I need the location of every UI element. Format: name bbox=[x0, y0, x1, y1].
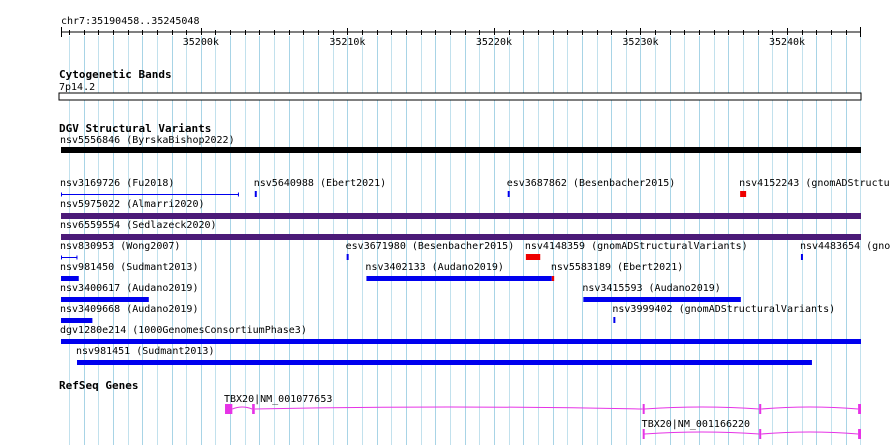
genome-browser-panel[interactable]: chr7:35190458..35245048 35200k 35210k 3522… bbox=[0, 0, 890, 445]
exon[interactable] bbox=[858, 404, 861, 414]
exon[interactable] bbox=[858, 429, 861, 439]
sv-feature-nsv3415593[interactable]: nsv3415593 (Audano2019) bbox=[582, 283, 741, 302]
sv-bar[interactable] bbox=[800, 254, 803, 260]
sv-label: nsv981450 (Sudmant2013) bbox=[60, 262, 198, 273]
sv-label: nsv6559554 (Sedlazeck2020) bbox=[60, 220, 217, 231]
sv-label: nsv3402133 (Audano2019) bbox=[365, 262, 503, 273]
transcript-NM_001166220[interactable]: TBX20|NM_001166220 bbox=[642, 419, 861, 439]
sv-feature-nsv830953[interactable]: nsv830953 (Wong2007) bbox=[60, 241, 180, 260]
sv-label: nsv4152243 (gnomADStructuralVariants) bbox=[739, 178, 890, 189]
sv-feature-nsv3169726[interactable]: nsv3169726 (Fu2018) bbox=[60, 178, 239, 197]
transcript-label: TBX20|NM_001166220 bbox=[642, 419, 750, 430]
sv-label: nsv5583189 (Ebert2021) bbox=[551, 262, 683, 273]
sv-bar[interactable] bbox=[61, 234, 861, 240]
exon[interactable] bbox=[759, 429, 762, 439]
ruler-tick-label: 35200k bbox=[183, 37, 219, 48]
sv-label: esv3671980 (Besenbacher2015) bbox=[346, 241, 515, 252]
transcript-NM_001077653[interactable]: TBX20|NM_001077653 bbox=[224, 394, 861, 414]
sv-feature-nsv4483654[interactable]: nsv4483654 (gnomADStructuralVariants) bbox=[800, 241, 890, 260]
intron bbox=[761, 431, 859, 435]
exon[interactable] bbox=[759, 404, 762, 414]
sv-label: nsv3400617 (Audano2019) bbox=[60, 283, 198, 294]
sv-label: nsv5556846 (ByrskaBishop2022) bbox=[60, 135, 235, 146]
sv-bar[interactable] bbox=[61, 213, 861, 219]
intron bbox=[232, 406, 253, 410]
cytoband-label: 7p14.2 bbox=[59, 82, 95, 93]
ruler-tick-label: 35210k bbox=[329, 37, 365, 48]
sv-label: dgv1280e214 (1000GenomesConsortiumPhase3… bbox=[60, 325, 307, 336]
intron bbox=[254, 406, 643, 410]
track-title-dgv-structural-variants: DGV Structural Variants bbox=[59, 122, 211, 135]
sv-label: nsv4148359 (gnomADStructuralVariants) bbox=[525, 241, 748, 252]
sv-bar[interactable] bbox=[740, 191, 747, 197]
ruler-tick-label: 35220k bbox=[476, 37, 512, 48]
sv-feature-nsv3409668[interactable]: nsv3409668 (Audano2019) bbox=[60, 304, 198, 323]
sv-feature-nsv4152243[interactable]: nsv4152243 (gnomADStructuralVariants) bbox=[739, 178, 890, 197]
region-label: chr7:35190458..35245048 bbox=[61, 16, 199, 27]
dgv-structural-variants-track[interactable]: DGV Structural Variants nsv5556846 (Byrs… bbox=[59, 122, 890, 365]
coordinate-ruler[interactable]: chr7:35190458..35245048 35200k 35210k 3522… bbox=[61, 16, 861, 48]
sv-bar[interactable] bbox=[77, 360, 812, 365]
sv-feature-nsv981450[interactable]: nsv981450 (Sudmant2013) bbox=[60, 262, 198, 281]
sv-label: nsv981451 (Sudmant2013) bbox=[76, 346, 214, 357]
ruler-ticks: 35200k 35210k 35220k 35230k 35240k bbox=[61, 27, 861, 48]
sv-label: nsv5640988 (Ebert2021) bbox=[254, 178, 386, 189]
sv-bar[interactable] bbox=[61, 276, 79, 281]
sv-bar[interactable] bbox=[61, 339, 861, 344]
sv-feature-nsv3400617[interactable]: nsv3400617 (Audano2019) bbox=[60, 283, 198, 302]
sv-bar[interactable] bbox=[525, 254, 541, 260]
exon[interactable] bbox=[642, 404, 645, 414]
sv-feature-nsv5556846[interactable]: nsv5556846 (ByrskaBishop2022) bbox=[60, 135, 861, 153]
sv-bar[interactable] bbox=[346, 254, 349, 260]
intron bbox=[761, 406, 859, 410]
sv-feature-nsv981451[interactable]: nsv981451 (Sudmant2013) bbox=[76, 346, 812, 365]
transcript-label: TBX20|NM_001077653 bbox=[224, 394, 332, 405]
sv-bar[interactable] bbox=[613, 317, 616, 323]
sv-feature-nsv5640988[interactable]: nsv5640988 (Ebert2021) bbox=[254, 178, 386, 197]
sv-feature-esv3687862[interactable]: esv3687862 (Besenbacher2015) bbox=[507, 178, 676, 197]
exon[interactable] bbox=[225, 404, 233, 414]
sv-label: nsv3415593 (Audano2019) bbox=[582, 283, 720, 294]
sv-bar[interactable] bbox=[366, 276, 552, 281]
sv-label: nsv3999402 (gnomADStructuralVariants) bbox=[612, 304, 835, 315]
ruler-tick-label: 35230k bbox=[622, 37, 658, 48]
cytogenetic-bands-track[interactable]: Cytogenetic Bands 7p14.2 bbox=[58, 68, 862, 101]
ruler-tick-label: 35240k bbox=[769, 37, 805, 48]
sv-bar[interactable] bbox=[507, 191, 510, 197]
exon[interactable] bbox=[252, 404, 255, 414]
refseq-genes-track[interactable]: RefSeq Genes TBX20|NM_001077653 TBX20|NM_… bbox=[59, 379, 861, 439]
sv-bar[interactable] bbox=[583, 297, 741, 302]
sv-bar[interactable] bbox=[254, 191, 257, 197]
intron bbox=[644, 406, 760, 410]
track-title-refseq-genes: RefSeq Genes bbox=[59, 379, 138, 392]
sv-label: nsv3169726 (Fu2018) bbox=[60, 178, 174, 189]
exon[interactable] bbox=[642, 429, 645, 439]
sv-bar[interactable] bbox=[61, 318, 93, 323]
sv-bar[interactable] bbox=[61, 147, 861, 153]
sv-label: esv3687862 (Besenbacher2015) bbox=[507, 178, 676, 189]
sv-feature-dgv1280e214[interactable]: dgv1280e214 (1000GenomesConsortiumPhase3… bbox=[60, 325, 861, 344]
sv-feature-esv3671980[interactable]: esv3671980 (Besenbacher2015) bbox=[346, 241, 515, 260]
cytoband-7p14-2[interactable] bbox=[58, 92, 862, 101]
track-title-cytogenetic-bands: Cytogenetic Bands bbox=[59, 68, 172, 81]
sv-feature-nsv5975022[interactable]: nsv5975022 (Almarri2020) bbox=[60, 199, 861, 219]
sv-label: nsv4483654 (gnomADStructuralVariants) bbox=[800, 241, 890, 252]
sv-feature-nsv5583189[interactable]: nsv5583189 (Ebert2021) bbox=[551, 262, 683, 281]
sv-feature-nsv3999402[interactable]: nsv3999402 (gnomADStructuralVariants) bbox=[612, 304, 835, 323]
sv-label: nsv830953 (Wong2007) bbox=[60, 241, 180, 252]
sv-label: nsv5975022 (Almarri2020) bbox=[60, 199, 205, 210]
sv-bar[interactable] bbox=[551, 276, 555, 281]
sv-bar[interactable] bbox=[61, 297, 149, 302]
intron bbox=[644, 431, 760, 435]
sv-feature-nsv6559554[interactable]: nsv6559554 (Sedlazeck2020) bbox=[60, 220, 861, 240]
sv-label: nsv3409668 (Audano2019) bbox=[60, 304, 198, 315]
